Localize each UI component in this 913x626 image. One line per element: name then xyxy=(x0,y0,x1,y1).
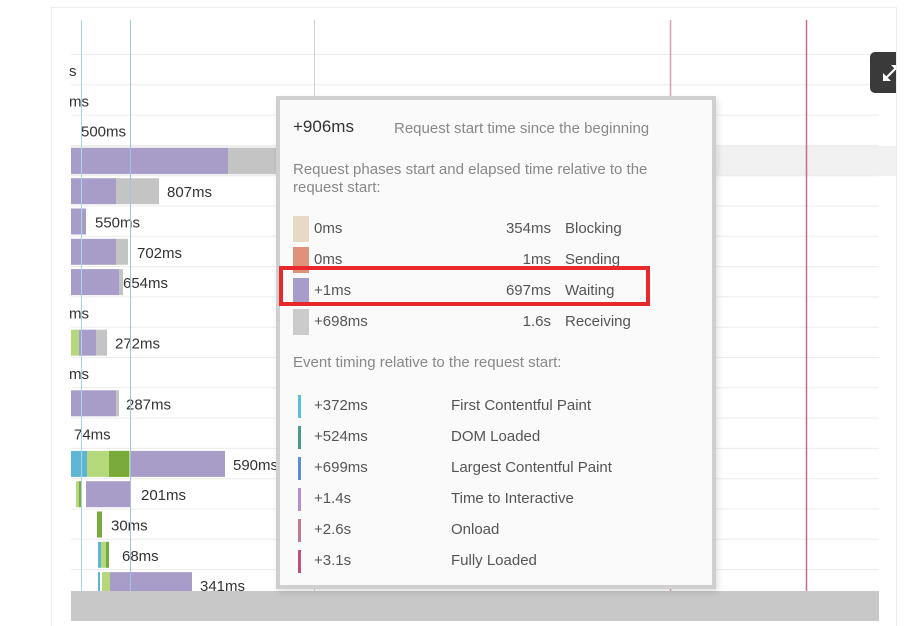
timing-bar-segment xyxy=(97,511,102,538)
timing-bar-segment xyxy=(96,329,107,356)
row-duration-label: ms xyxy=(69,305,89,322)
event-color-marker xyxy=(298,519,301,542)
timing-bar-segment xyxy=(101,541,106,568)
phase-start: +698ms xyxy=(314,313,368,330)
phase-name: Blocking xyxy=(565,220,622,237)
start-time-description: Request start time since the beginning xyxy=(394,120,650,137)
row-duration-label: 807ms xyxy=(167,184,212,201)
event-name: First Contentful Paint xyxy=(451,397,592,414)
event-name: DOM Loaded xyxy=(451,428,541,445)
timing-bar-segment xyxy=(71,269,119,296)
timing-bar-segment xyxy=(71,390,116,417)
expand-arrows-icon xyxy=(882,64,896,81)
phase-start: +1ms xyxy=(314,282,352,299)
event-time: +524ms xyxy=(314,428,368,445)
event-name: Time to Interactive xyxy=(451,490,574,507)
event-time: +1.4s xyxy=(314,490,352,507)
timing-bar-segment xyxy=(98,541,101,568)
timing-bar-segment xyxy=(71,147,228,174)
phase-start: 0ms xyxy=(314,251,343,268)
event-color-marker xyxy=(298,550,301,573)
request-tooltip: +906ms Request start time since the begi… xyxy=(276,96,716,589)
timing-bar-segment xyxy=(116,238,128,265)
phase-duration: 697ms xyxy=(505,282,551,299)
phase-color-swatch xyxy=(293,309,309,335)
event-name: Largest Contentful Paint xyxy=(451,459,612,476)
timing-bar-segment xyxy=(71,450,87,477)
row-duration-label: 30ms xyxy=(111,518,148,535)
phase-duration: 1ms xyxy=(522,251,551,268)
row-duration-label: 550ms xyxy=(95,215,140,232)
timing-bar-segment xyxy=(71,208,86,235)
row-duration-label: ms xyxy=(69,366,89,383)
timing-bar-segment xyxy=(130,450,225,477)
row-duration-label: 500ms xyxy=(81,124,126,141)
event-name: Onload xyxy=(451,521,500,538)
row-duration-label: s xyxy=(69,63,77,80)
start-time-value: +906ms xyxy=(293,117,354,136)
timing-bar-segment xyxy=(116,390,119,417)
timing-bar-segment xyxy=(71,329,79,356)
timing-bar-segment xyxy=(71,178,116,205)
event-color-marker xyxy=(298,426,301,449)
row-duration-label: 287ms xyxy=(126,396,171,413)
event-color-marker xyxy=(298,488,301,511)
row-duration-label: 702ms xyxy=(137,245,182,262)
event-time: +3.1s xyxy=(314,552,352,569)
phase-name: Waiting xyxy=(565,282,615,299)
event-name: Fully Loaded xyxy=(451,552,537,569)
phase-color-swatch xyxy=(293,278,309,304)
timing-bar-segment xyxy=(106,541,109,568)
row-duration-label: 201ms xyxy=(141,487,186,504)
timing-bar-segment xyxy=(116,178,159,205)
phase-color-swatch xyxy=(293,247,309,273)
event-time: +699ms xyxy=(314,459,368,476)
event-color-marker xyxy=(298,457,301,480)
row-duration-label: ms xyxy=(69,93,89,110)
event-time: +2.6s xyxy=(314,521,352,538)
row-duration-label: 68ms xyxy=(122,548,159,565)
phase-duration: 354ms xyxy=(505,220,551,237)
timing-bar-segment xyxy=(76,481,79,508)
timing-bar-segment xyxy=(71,238,116,265)
row-duration-label: 654ms xyxy=(123,275,168,292)
expand-button[interactable] xyxy=(870,52,896,93)
row-duration-label: 272ms xyxy=(115,336,160,353)
event-time: +372ms xyxy=(314,397,368,414)
row-duration-label: 74ms xyxy=(74,427,111,444)
event-color-marker xyxy=(298,395,301,418)
phase-start: 0ms xyxy=(314,220,343,237)
phases-heading: Request phases start and elapsed time re… xyxy=(293,161,648,196)
horizontal-scrollbar xyxy=(71,591,879,621)
phase-name: Sending xyxy=(565,251,621,268)
events-heading: Event timing relative to the request sta… xyxy=(293,354,562,371)
timing-bar-segment xyxy=(86,481,130,508)
phase-color-swatch xyxy=(293,216,309,242)
timing-bar-segment xyxy=(109,450,129,477)
phase-duration: 1.6s xyxy=(522,313,551,330)
row-duration-label: 590ms xyxy=(233,457,278,474)
phase-name: Receiving xyxy=(565,313,631,330)
